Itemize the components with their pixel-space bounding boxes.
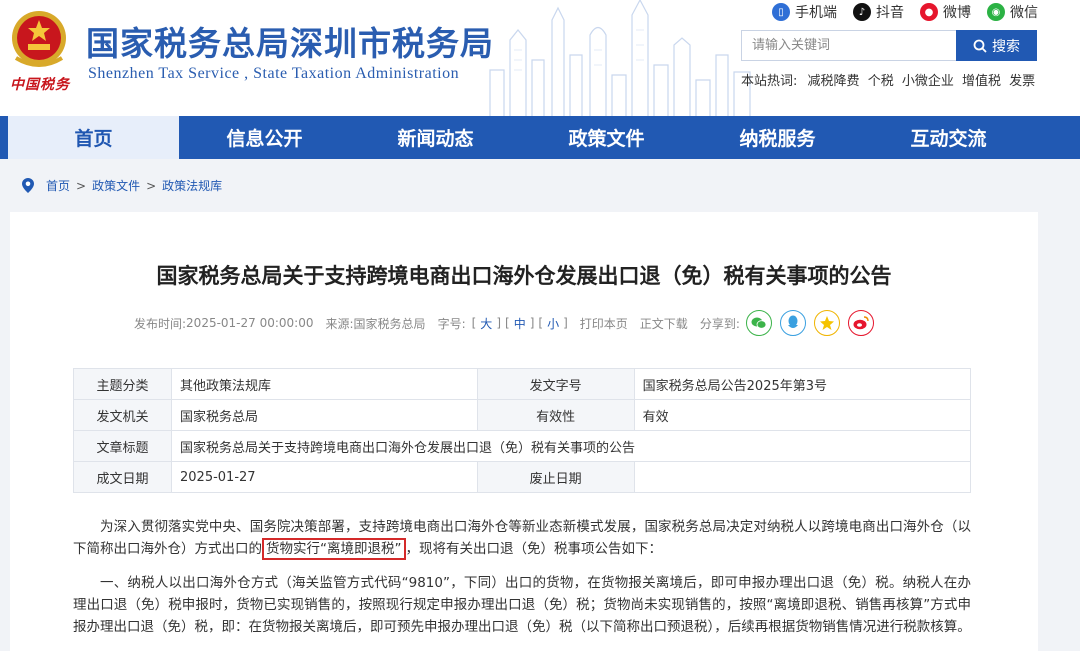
hot-word[interactable]: 发票 bbox=[1009, 74, 1035, 89]
app-links: ▯ 手机端 ♪ 抖音 ● 微博 ◉ 微信 bbox=[772, 2, 1038, 22]
info-label: 发文字号 bbox=[476, 368, 635, 400]
breadcrumb-home[interactable]: 首页 bbox=[46, 177, 70, 194]
main-nav: 首页 信息公开 新闻动态 政策文件 纳税服务 互动交流 bbox=[0, 116, 1080, 159]
search-button-label: 搜索 bbox=[992, 38, 1020, 55]
hot-words-label: 本站热词: bbox=[741, 74, 798, 89]
mobile-icon: ▯ bbox=[772, 3, 790, 21]
search-icon bbox=[973, 39, 987, 53]
article-title: 国家税务总局关于支持跨境电商出口海外仓发展出口退（免）税有关事项的公告 bbox=[156, 264, 892, 288]
location-pin-icon bbox=[22, 178, 34, 193]
table-row: 成文日期 2025-01-27 废止日期 bbox=[73, 461, 972, 493]
info-label: 有效性 bbox=[476, 399, 635, 431]
source-label: 来源: bbox=[325, 316, 354, 331]
info-label: 发文机关 bbox=[73, 399, 172, 431]
paragraph: 为深入贯彻落实党中央、国务院决策部署，支持跨境电商出口海外仓等新业态新模式发展，… bbox=[73, 516, 971, 560]
share-icons bbox=[745, 310, 874, 336]
font-size-large[interactable]: 大 bbox=[480, 315, 492, 332]
publish-label: 发布时间: bbox=[134, 316, 187, 331]
nav-item-tax-service[interactable]: 纳税服务 bbox=[692, 116, 863, 159]
hot-word[interactable]: 小微企业 bbox=[902, 74, 954, 89]
publish-time: 2025-01-27 00:00:00 bbox=[186, 316, 314, 330]
app-link-mobile[interactable]: ▯ 手机端 bbox=[772, 2, 837, 22]
article-panel: 国家税务总局关于支持跨境电商出口海外仓发展出口退（免）税有关事项的公告 发布时间… bbox=[10, 212, 1038, 651]
font-size-small[interactable]: 小 bbox=[547, 315, 559, 332]
info-value: 2025-01-27 bbox=[171, 461, 478, 493]
breadcrumb-separator: > bbox=[146, 178, 157, 193]
breadcrumb-policy[interactable]: 政策文件 bbox=[92, 177, 140, 194]
table-row: 主题分类 其他政策法规库 发文字号 国家税务总局公告2025年第3号 bbox=[73, 368, 972, 400]
info-value: 其他政策法规库 bbox=[171, 368, 478, 400]
nav-item-info-disclosure[interactable]: 信息公开 bbox=[179, 116, 350, 159]
font-size-medium[interactable]: 中 bbox=[514, 315, 526, 332]
info-value: 国家税务总局 bbox=[171, 399, 478, 431]
app-link-label: 微信 bbox=[1010, 5, 1038, 21]
app-link-label: 微博 bbox=[943, 5, 971, 21]
site-header: 中国税务 国家税务总局深圳市税务局 Shenzhen Tax Service ,… bbox=[0, 0, 1080, 116]
paragraph-text: ，现将有关出口退（免）税事项公告如下： bbox=[405, 541, 663, 557]
nav-item-policy[interactable]: 政策文件 bbox=[521, 116, 692, 159]
wechat-icon[interactable] bbox=[745, 310, 772, 336]
hot-word[interactable]: 增值税 bbox=[962, 74, 1001, 89]
qq-icon[interactable] bbox=[779, 310, 806, 336]
app-link-label: 抖音 bbox=[876, 5, 904, 21]
app-link-douyin[interactable]: ♪ 抖音 bbox=[853, 2, 904, 22]
print-button[interactable]: 打印本页 bbox=[580, 315, 628, 332]
table-row: 文章标题 国家税务总局关于支持跨境电商出口海外仓发展出口退（免）税有关事项的公告 bbox=[73, 430, 971, 462]
search-box: 搜索 bbox=[741, 30, 1037, 61]
qzone-icon[interactable] bbox=[813, 310, 840, 336]
source: 国家税务总局 bbox=[353, 316, 426, 331]
info-label: 废止日期 bbox=[476, 461, 635, 493]
wechat-icon: ◉ bbox=[987, 3, 1005, 21]
highlighted-phrase: 货物实行“离境即退税” bbox=[262, 538, 406, 560]
site-title[interactable]: 国家税务总局深圳市税务局 bbox=[86, 17, 494, 65]
skyline-decoration bbox=[489, 0, 751, 116]
info-value: 有效 bbox=[633, 399, 972, 431]
weibo-icon[interactable] bbox=[847, 310, 874, 336]
site-subtitle: Shenzhen Tax Service , State Taxation Ad… bbox=[88, 65, 460, 82]
tax-emblem-icon bbox=[12, 11, 66, 67]
info-label: 主题分类 bbox=[73, 368, 172, 400]
info-label: 成文日期 bbox=[73, 461, 172, 493]
article-body: 为深入贯彻落实党中央、国务院决策部署，支持跨境电商出口海外仓等新业态新模式发展，… bbox=[73, 516, 971, 650]
nav-item-interaction[interactable]: 互动交流 bbox=[863, 116, 1034, 159]
douyin-icon: ♪ bbox=[853, 3, 871, 21]
document-info-table: 主题分类 其他政策法规库 发文字号 国家税务总局公告2025年第3号 发文机关 … bbox=[73, 368, 972, 493]
font-size-label: 字号: bbox=[437, 316, 466, 331]
app-link-weibo[interactable]: ● 微博 bbox=[920, 2, 971, 22]
weibo-icon: ● bbox=[920, 3, 938, 21]
share-label: 分享到: bbox=[699, 316, 740, 331]
breadcrumb: 首页 > 政策文件 > 政策法规库 bbox=[22, 177, 222, 194]
hot-words: 本站热词: 减税降费 个税 小微企业 增值税 发票 bbox=[741, 70, 1039, 89]
emblem-text: 中国税务 bbox=[10, 77, 70, 93]
breadcrumb-separator: > bbox=[76, 178, 87, 193]
article-meta: 发布时间: 2025-01-27 00:00:00 来源: 国家税务总局 字号:… bbox=[134, 310, 874, 336]
hot-word[interactable]: 个税 bbox=[868, 74, 894, 89]
search-button[interactable]: 搜索 bbox=[956, 30, 1037, 61]
breadcrumb-library[interactable]: 政策法规库 bbox=[162, 177, 222, 194]
nav-item-home[interactable]: 首页 bbox=[8, 116, 179, 159]
info-value: 国家税务总局关于支持跨境电商出口海外仓发展出口退（免）税有关事项的公告 bbox=[171, 430, 971, 462]
nav-item-news[interactable]: 新闻动态 bbox=[350, 116, 521, 159]
download-button[interactable]: 正文下载 bbox=[640, 315, 688, 332]
app-link-wechat[interactable]: ◉ 微信 bbox=[987, 2, 1038, 22]
table-row: 发文机关 国家税务总局 有效性 有效 bbox=[73, 399, 972, 431]
hot-word[interactable]: 减税降费 bbox=[808, 74, 860, 89]
info-value bbox=[633, 461, 972, 493]
paragraph: 一、纳税人以出口海外仓方式（海关监管方式代码“9810”，下同）出口的货物，在货… bbox=[73, 575, 971, 635]
search-input[interactable] bbox=[741, 30, 956, 61]
info-label: 文章标题 bbox=[73, 430, 172, 462]
info-value: 国家税务总局公告2025年第3号 bbox=[633, 368, 972, 400]
app-link-label: 手机端 bbox=[795, 5, 837, 21]
